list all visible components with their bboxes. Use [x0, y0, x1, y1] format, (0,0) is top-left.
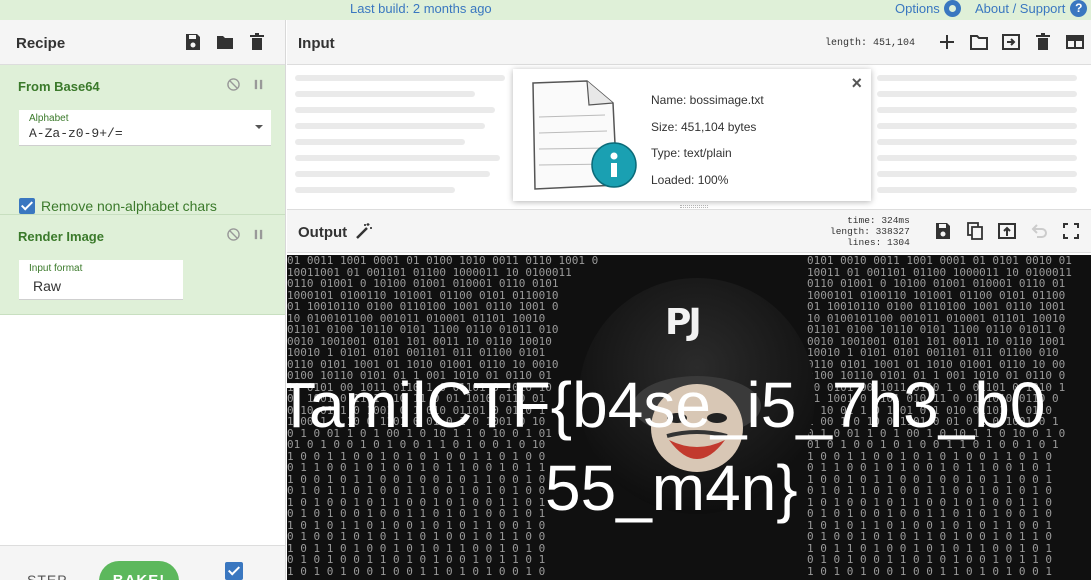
remove-non-alphabet-label: Remove non-alphabet chars	[41, 198, 217, 214]
file-size: Size: 451,104 bytes	[651, 119, 757, 134]
output-title: Output	[298, 224, 348, 241]
output-stats: time: 324ms length: 338327 lines: 1304	[830, 215, 910, 248]
input-format-label: Input format	[29, 263, 83, 274]
help-icon: ?	[1070, 0, 1088, 17]
clear-input-trash-icon[interactable]	[1033, 32, 1053, 52]
recipe-title: Recipe	[16, 35, 66, 52]
output-header: Output time: 324ms length: 338327 lines:…	[287, 209, 1091, 253]
checkbox-checked-icon	[19, 198, 35, 214]
rendered-image-output: 01 0011 1001 0001 01 0100 1010 0011 0110…	[287, 255, 1091, 580]
cyberchef-app: Last build: 2 months ago Options About /…	[0, 0, 1091, 580]
alphabet-value: A-Za-z0-9+/=	[29, 126, 123, 141]
save-output-icon[interactable]	[933, 221, 953, 241]
operation-from-base64[interactable]: From Base64 Alphabet A-Za-z0-9+/= Remove…	[0, 65, 285, 215]
output-panel: Output time: 324ms length: 338327 lines:…	[287, 209, 1091, 580]
file-loaded: Loaded: 100%	[651, 172, 729, 187]
magic-wand-icon[interactable]	[355, 222, 373, 245]
input-format-field[interactable]: Input format Raw	[19, 260, 183, 300]
options-link[interactable]: Options	[895, 0, 961, 17]
options-label: Options	[895, 1, 940, 16]
chevron-down-icon	[255, 125, 263, 129]
last-build-link[interactable]: Last build: 2 months ago	[350, 1, 492, 16]
reset-layout-icon[interactable]	[1065, 32, 1085, 52]
file-type: Type: text/plain	[651, 146, 732, 160]
close-icon[interactable]: ×	[851, 73, 862, 94]
replace-input-with-output-icon[interactable]	[997, 221, 1017, 241]
output-length: length: 338327	[830, 226, 910, 237]
recipe-header: Recipe	[0, 20, 285, 65]
remove-non-alphabet-checkbox[interactable]: Remove non-alphabet chars	[19, 198, 217, 214]
output-lines: lines: 1304	[847, 237, 910, 248]
operation-render-image[interactable]: Render Image Input format Raw	[0, 215, 285, 315]
pj-logo: PJ	[665, 302, 702, 343]
save-recipe-icon[interactable]	[183, 32, 203, 52]
recipe-panel: Recipe From Base64 Alphabet A-Za-z0-9+/=…	[0, 20, 286, 580]
operation-title: Render Image	[18, 229, 104, 244]
file-icon	[525, 77, 637, 193]
alphabet-label: Alphabet	[29, 113, 69, 124]
auto-bake-checkbox[interactable]	[225, 562, 243, 580]
about-label: About / Support	[975, 1, 1066, 16]
step-button[interactable]: STEP	[27, 572, 68, 580]
top-banner: Last build: 2 months ago Options About /…	[0, 0, 1091, 20]
input-output-resize-handle[interactable]	[680, 205, 708, 208]
file-details-card: Name: bossimage.txt Size: 451,104 bytes …	[513, 69, 871, 201]
disable-operation-icon[interactable]	[227, 228, 240, 241]
input-length-info: length: 451,104	[825, 38, 916, 49]
input-format-value: Raw	[33, 278, 62, 294]
pause-operation-icon[interactable]	[252, 78, 265, 91]
disable-operation-icon[interactable]	[227, 78, 240, 91]
clear-recipe-trash-icon[interactable]	[247, 32, 267, 52]
bake-button[interactable]: BAKE!	[99, 561, 179, 580]
output-time: time: 324ms	[847, 215, 910, 226]
operation-title: From Base64	[18, 79, 100, 94]
alphabet-select[interactable]: Alphabet A-Za-z0-9+/=	[19, 110, 271, 146]
file-name: Name: bossimage.txt	[651, 93, 764, 107]
undo-icon[interactable]	[1029, 221, 1049, 241]
maximize-output-icon[interactable]	[1061, 221, 1081, 241]
load-recipe-folder-icon[interactable]	[215, 32, 235, 52]
add-tab-plus-icon[interactable]	[937, 32, 957, 52]
open-file-input-icon[interactable]	[1001, 32, 1021, 52]
about-support-link[interactable]: About / Support ?	[975, 0, 1088, 17]
recipe-controls: STEP BAKE!	[0, 545, 285, 580]
flag-text-line1: TamilCTF{b4se_i5_7h3_b0	[287, 369, 1046, 441]
flag-text-line2: 55_m4n}	[545, 452, 798, 524]
input-header: Input length: 451,104	[287, 20, 1091, 65]
open-folder-icon[interactable]	[969, 32, 989, 52]
file-info: Name: bossimage.txt Size: 451,104 bytes …	[651, 87, 764, 193]
input-title: Input	[298, 35, 335, 52]
pause-operation-icon[interactable]	[252, 228, 265, 241]
gear-icon	[943, 0, 961, 17]
copy-output-icon[interactable]	[965, 221, 985, 241]
